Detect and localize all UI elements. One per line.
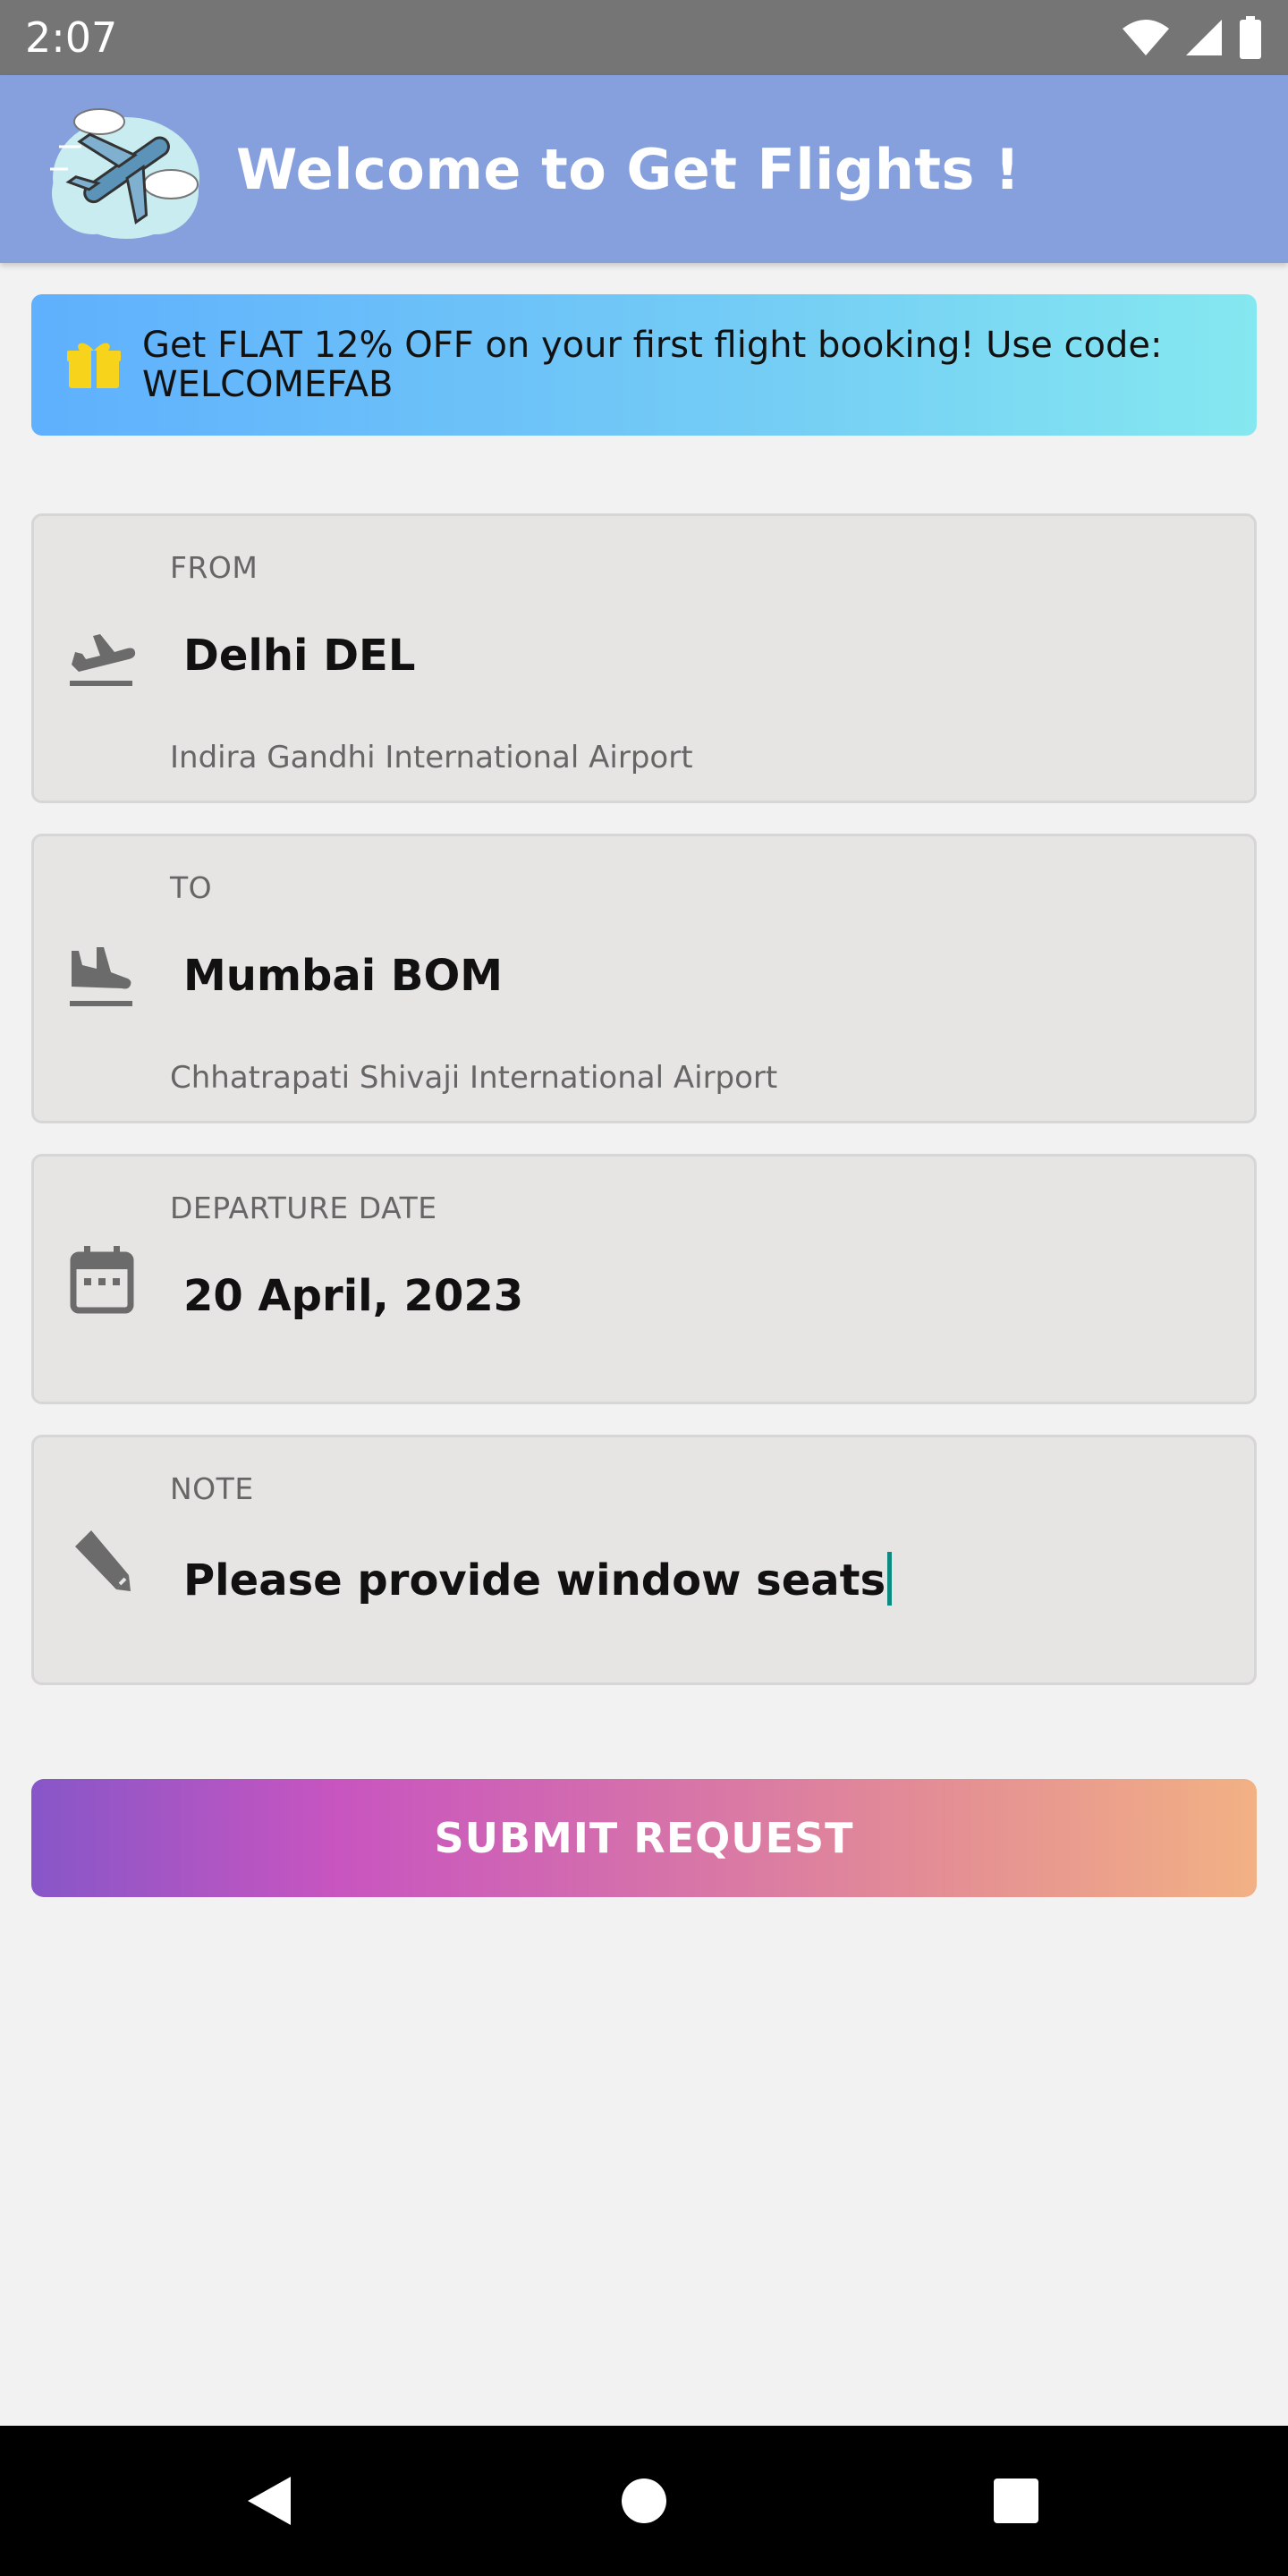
home-icon[interactable] — [599, 2426, 689, 2576]
status-time: 2:07 — [25, 13, 118, 62]
note-label: NOTE — [170, 1471, 254, 1506]
to-value: Mumbai BOM — [183, 951, 504, 1001]
battery-icon — [1238, 16, 1263, 59]
to-airport: Chhatrapati Shivaji International Airpor… — [170, 1060, 778, 1096]
pencil-icon — [66, 1525, 138, 1597]
to-label: TO — [170, 870, 213, 905]
flight-land-icon — [66, 944, 138, 1015]
note-value: Please provide window seats — [183, 1555, 886, 1606]
promo-banner[interactable]: Get FLAT 12% OFF on your first flight bo… — [31, 294, 1257, 436]
departure-date-field[interactable]: DEPARTURE DATE 20 April, 2023 — [31, 1154, 1257, 1404]
from-field[interactable]: FROM Delhi DEL Indira Gandhi Internation… — [31, 513, 1257, 803]
note-field[interactable]: NOTE Please provide window seats — [31, 1435, 1257, 1685]
airplane-clouds-logo — [41, 93, 208, 245]
app-bar: Welcome to Get Flights ! — [0, 75, 1288, 263]
back-icon[interactable] — [224, 2426, 313, 2576]
page-title: Welcome to Get Flights ! — [236, 136, 1021, 202]
status-icons — [1122, 16, 1263, 59]
flight-takeoff-icon — [66, 623, 138, 695]
from-airport: Indira Gandhi International Airport — [170, 740, 693, 775]
recents-icon[interactable] — [971, 2426, 1061, 2576]
submit-request-button[interactable]: SUBMIT REQUEST — [31, 1779, 1257, 1897]
from-label: FROM — [170, 550, 258, 585]
wifi-icon — [1122, 18, 1170, 57]
gift-icon — [65, 335, 123, 396]
calendar-icon — [66, 1244, 138, 1316]
text-cursor — [887, 1552, 893, 1606]
from-value: Delhi DEL — [183, 631, 416, 681]
navigation-bar — [0, 2426, 1288, 2576]
promo-text: Get FLAT 12% OFF on your first flight bo… — [142, 325, 1163, 405]
departure-date-label: DEPARTURE DATE — [170, 1191, 437, 1225]
cellular-signal-icon — [1184, 18, 1224, 57]
departure-date-value: 20 April, 2023 — [183, 1271, 524, 1321]
status-bar: 2:07 — [0, 0, 1288, 75]
to-field[interactable]: TO Mumbai BOM Chhatrapati Shivaji Intern… — [31, 834, 1257, 1123]
note-input[interactable]: Please provide window seats — [183, 1552, 893, 1606]
